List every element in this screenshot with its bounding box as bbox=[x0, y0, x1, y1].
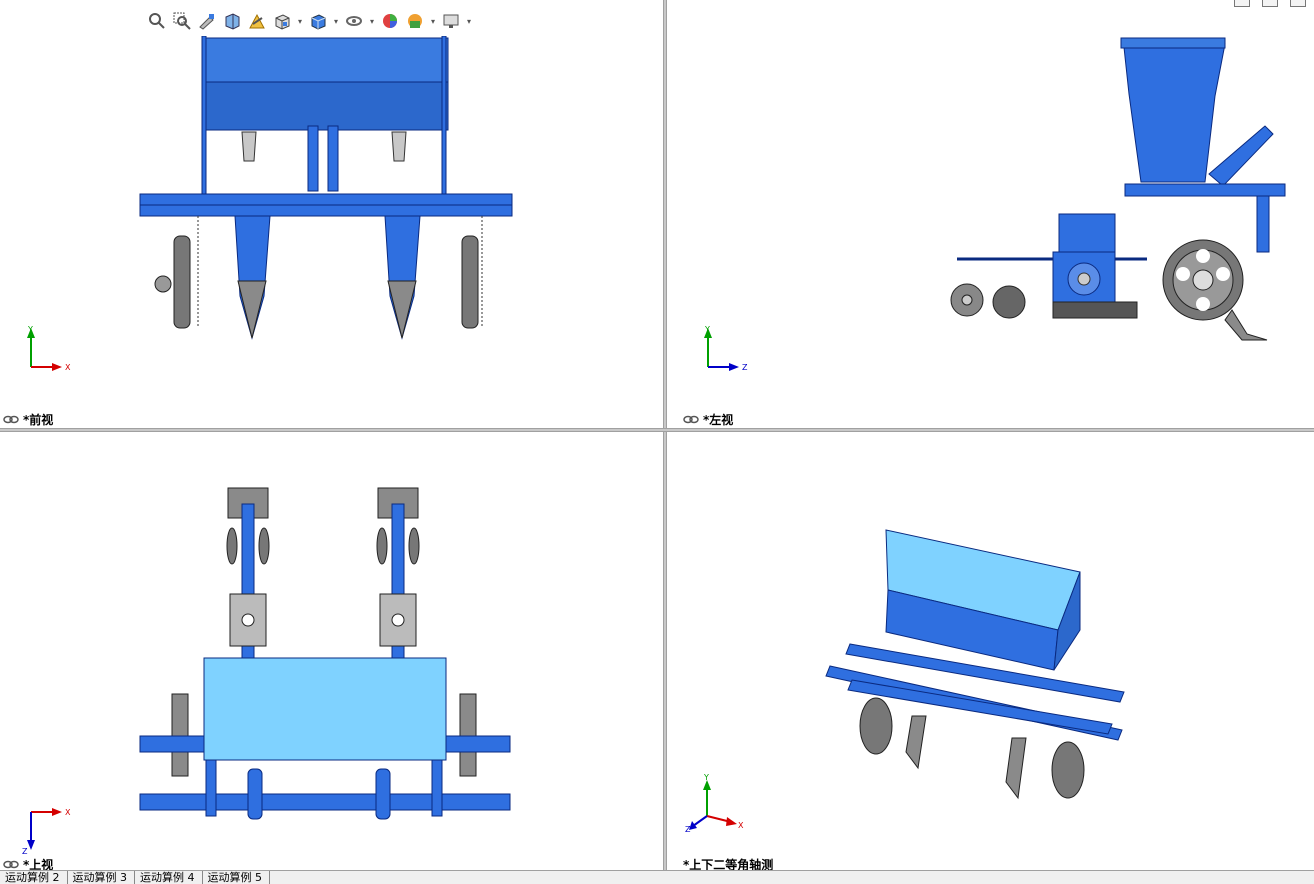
chevron-down-icon[interactable]: ▾ bbox=[368, 17, 376, 26]
viewport-front[interactable]: ▾ ▾ ▾ ▾ ▾ Y X *前视 bbox=[0, 0, 663, 428]
viewport-left[interactable]: Y Z *左视 bbox=[667, 0, 1314, 428]
display-style-icon[interactable] bbox=[307, 10, 329, 32]
link-views-icon bbox=[3, 415, 19, 424]
disc-wheels bbox=[226, 527, 420, 565]
viewport-top[interactable]: X Z *上视 bbox=[0, 432, 663, 870]
seed-hopper bbox=[1120, 37, 1226, 183]
chevron-down-icon[interactable]: ▾ bbox=[296, 17, 304, 26]
chevron-down-icon[interactable]: ▾ bbox=[465, 17, 473, 26]
seed-hopper-lid bbox=[203, 657, 447, 761]
coordinate-triad: Y X Z bbox=[685, 773, 744, 834]
tab-motion-study-2[interactable]: 运动算例 2 bbox=[0, 871, 68, 884]
axis-y-label: Y bbox=[703, 773, 709, 782]
opener-shank bbox=[1224, 309, 1268, 341]
coordinate-triad: Y Z bbox=[704, 325, 748, 372]
viewport-vertical-splitter[interactable] bbox=[663, 0, 667, 870]
isometric-view-model[interactable] bbox=[822, 520, 1142, 810]
coordinate-triad: X Z bbox=[22, 808, 71, 856]
coordinate-triad: Y X bbox=[27, 325, 71, 372]
chevron-down-icon[interactable]: ▾ bbox=[429, 17, 437, 26]
tab-motion-study-4[interactable]: 运动算例 4 bbox=[135, 871, 203, 884]
edit-appearance-icon[interactable] bbox=[379, 10, 401, 32]
heads-up-view-toolbar: ▾ ▾ ▾ ▾ ▾ bbox=[146, 8, 473, 34]
view-label-left: *左视 bbox=[683, 411, 733, 428]
top-view-model[interactable] bbox=[130, 484, 530, 824]
view-orientation-icon[interactable] bbox=[271, 10, 293, 32]
view-label-isometric: *上下二等角轴测 bbox=[683, 858, 774, 870]
restore-icon[interactable] bbox=[1234, 0, 1250, 7]
zoom-to-area-icon[interactable] bbox=[171, 10, 193, 32]
press-wheel bbox=[1162, 239, 1244, 321]
seed-hopper bbox=[885, 529, 1081, 671]
viewport-horizontal-splitter[interactable] bbox=[0, 428, 1314, 432]
seed-meters bbox=[229, 593, 417, 647]
view-label-front: *前视 bbox=[3, 411, 53, 428]
restore-icon[interactable] bbox=[1262, 0, 1278, 7]
axis-v-label: Y bbox=[704, 325, 710, 334]
dynamic-annotation-icon[interactable] bbox=[246, 10, 268, 32]
motion-study-tab-bar: 运动算例 2 运动算例 3 运动算例 4 运动算例 5 bbox=[0, 870, 1314, 884]
tab-motion-study-5[interactable]: 运动算例 5 bbox=[203, 871, 270, 884]
seed-tubes bbox=[241, 131, 407, 162]
chevron-down-icon[interactable]: ▾ bbox=[332, 17, 340, 26]
gauge-wheels bbox=[859, 697, 1085, 799]
viewport-window-controls bbox=[1234, 0, 1306, 7]
previous-view-icon[interactable] bbox=[196, 10, 218, 32]
gauge-wheels bbox=[154, 235, 479, 329]
main-frame-beam bbox=[957, 183, 1286, 261]
main-frame-beam bbox=[139, 193, 513, 217]
view-settings-icon[interactable] bbox=[440, 10, 462, 32]
tab-motion-study-3[interactable]: 运动算例 3 bbox=[68, 871, 135, 884]
section-view-icon[interactable] bbox=[221, 10, 243, 32]
axis-h-label: Z bbox=[742, 363, 748, 372]
openers bbox=[905, 715, 1027, 800]
axis-v-label: Y bbox=[27, 325, 33, 334]
link-views-icon bbox=[683, 415, 699, 424]
apply-scene-icon[interactable] bbox=[404, 10, 426, 32]
front-view-model[interactable] bbox=[130, 36, 530, 346]
axis-x-label: X bbox=[738, 821, 744, 830]
seed-metering-box bbox=[1052, 213, 1138, 319]
maximize-icon[interactable] bbox=[1290, 0, 1306, 7]
link-views-icon bbox=[3, 860, 19, 869]
left-view-model[interactable] bbox=[947, 34, 1297, 344]
axis-z-label: Z bbox=[685, 825, 691, 834]
press-wheels bbox=[227, 487, 419, 519]
viewport-isometric[interactable]: Y X Z *上下二等角轴测 bbox=[667, 432, 1314, 870]
axis-h-label: X bbox=[65, 363, 71, 372]
axis-v-label: Z bbox=[22, 847, 28, 856]
axis-h-label: X bbox=[65, 808, 71, 817]
hide-show-items-icon[interactable] bbox=[343, 10, 365, 32]
zoom-to-fit-icon[interactable] bbox=[146, 10, 168, 32]
view-label-top: *上视 bbox=[3, 856, 53, 870]
furrow-openers bbox=[234, 215, 421, 340]
furrow-disc-wheels bbox=[950, 283, 1026, 319]
seed-hopper bbox=[204, 37, 449, 131]
